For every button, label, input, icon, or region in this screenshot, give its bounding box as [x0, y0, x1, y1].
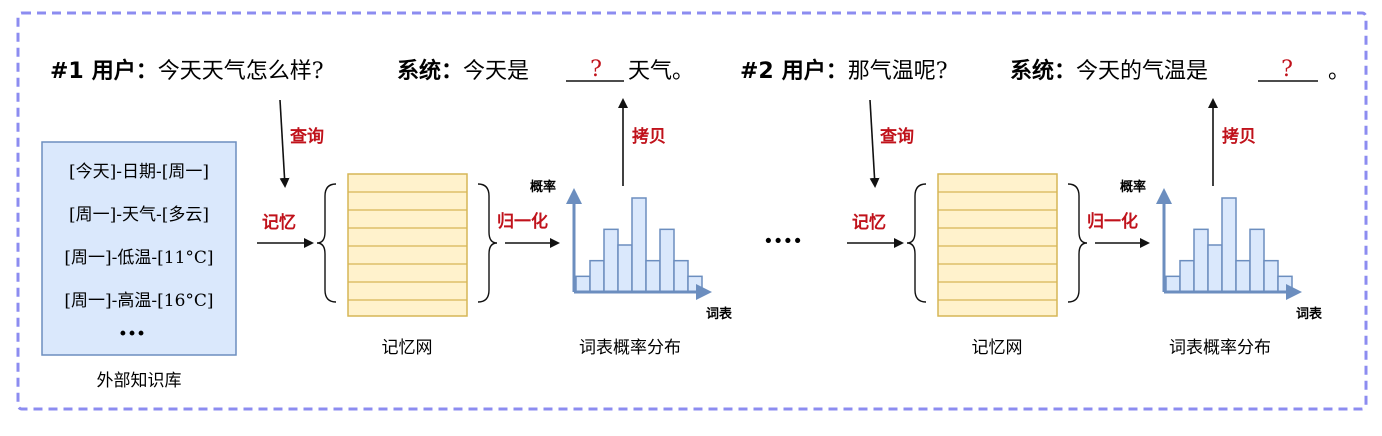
- normalize-label: 归一化: [1087, 211, 1138, 232]
- right-brace: [477, 183, 498, 303]
- y-axis-head: [1156, 188, 1172, 204]
- turn-1-user-label: 用户：: [92, 58, 158, 84]
- memory-label: 记忆: [852, 212, 886, 233]
- vocab-axis-label: 词表: [706, 306, 733, 322]
- vocab-axis-label: 词表: [1296, 306, 1323, 322]
- left-brace: [316, 183, 337, 303]
- histogram-bar: [659, 228, 675, 293]
- x-axis-head: [1286, 284, 1302, 300]
- svg-text:#2用户：那气温呢?: #2 用户：那气温呢?: [740, 58, 948, 84]
- memory-net-caption: 记忆网: [382, 338, 433, 358]
- y-axis-head: [566, 188, 582, 204]
- svg-text:#1用户：今天天气怎么样?: #1 用户：今天天气怎么样?: [50, 58, 324, 84]
- memory-net: [937, 173, 1058, 317]
- turn-2-user-label: 用户：: [782, 58, 848, 84]
- turn-2-blank: ?: [1281, 57, 1293, 82]
- query-label: 查询: [879, 126, 914, 147]
- histogram-bar: [589, 259, 605, 293]
- dialog-turn-1: #1 用户：今天天气怎么样? 系统：今天是 ? 天气。: [50, 57, 694, 84]
- histogram-bar: [575, 275, 591, 293]
- turn-1-user-text: 今天天气怎么样?: [158, 59, 324, 84]
- kb-item: [周一]-天气-[多云]: [69, 205, 209, 225]
- left-brace: [906, 183, 927, 303]
- histogram-bar: [1179, 259, 1195, 293]
- knowledge-base: [今天]-日期-[周一] [周一]-天气-[多云] [周一]-低温-[11°C]…: [41, 141, 237, 391]
- histogram-bar: [603, 228, 619, 293]
- svg-text:系统：今天的气温是: 系统：今天的气温是: [1010, 58, 1208, 84]
- distribution-caption: 词表概率分布: [579, 338, 681, 358]
- turn-2-sys-post: 。: [1328, 59, 1350, 84]
- histogram: [575, 197, 703, 293]
- turn-1-sys-label: 系统：: [397, 58, 463, 84]
- copy-label: 拷贝: [1222, 126, 1256, 147]
- query-arrow: [869, 99, 880, 188]
- histogram-bar: [631, 197, 647, 293]
- kb-ellipsis: ···: [118, 319, 145, 349]
- dialog-turn-2: #2 用户：那气温呢? 系统：今天的气温是 ? 。: [740, 57, 1350, 84]
- diagram: #1 用户：今天天气怎么样? 系统：今天是 ? 天气。 #2 用户：那气温呢? 系统…: [16, 11, 1368, 411]
- distribution-caption: 词表概率分布: [1169, 338, 1271, 358]
- turn-1-id: #1: [50, 59, 84, 84]
- svg-text:系统：今天是: 系统：今天是: [397, 58, 529, 84]
- turn-1-sys-pre: 今天是: [463, 59, 529, 84]
- histogram-bar: [645, 259, 661, 293]
- histogram-bar: [1193, 228, 1209, 293]
- histogram-bar: [1207, 244, 1223, 293]
- between-ellipsis: ····: [764, 224, 803, 257]
- turn-2-user-text: 那气温呢?: [848, 59, 948, 84]
- turn-1-sys-post: 天气。: [628, 59, 694, 84]
- memory-net-caption: 记忆网: [972, 338, 1023, 358]
- x-axis-head: [696, 284, 712, 300]
- turn-2-sys-pre: 今天的气温是: [1076, 59, 1208, 84]
- histogram-bar: [1249, 228, 1265, 293]
- histogram-bar: [673, 259, 689, 293]
- histogram-bar: [617, 244, 633, 293]
- turn-1-blank: ?: [590, 57, 602, 82]
- turn-2-id: #2: [740, 59, 774, 84]
- histogram-bar: [1165, 275, 1181, 293]
- turn-2-sys-label: 系统：: [1010, 58, 1076, 84]
- query-label: 查询: [289, 126, 324, 147]
- kb-item: [周一]-低温-[11°C]: [64, 248, 213, 268]
- pipeline-2: 查询 记忆 记忆网 归一化 概率 词表 拷贝 词表概率分布: [847, 98, 1323, 358]
- query-arrow: [279, 99, 290, 188]
- normalize-label: 归一化: [497, 211, 548, 232]
- kb-item: [周一]-高温-[16°C]: [64, 291, 213, 311]
- kb-caption: 外部知识库: [97, 371, 182, 391]
- copy-label: 拷贝: [632, 126, 666, 147]
- histogram: [1165, 197, 1293, 293]
- prob-axis-label: 概率: [1120, 179, 1146, 195]
- pipeline-1: 查询 记忆 记忆网 归一化 概率 词表 拷贝 词表概率分布: [257, 98, 733, 358]
- memory-label: 记忆: [262, 212, 296, 233]
- histogram-bar: [1263, 259, 1279, 293]
- right-brace: [1067, 183, 1088, 303]
- histogram-bar: [1235, 259, 1251, 293]
- histogram-bar: [1221, 197, 1237, 293]
- prob-axis-label: 概率: [530, 179, 556, 195]
- kb-item: [今天]-日期-[周一]: [69, 162, 209, 182]
- memory-net: [347, 173, 468, 317]
